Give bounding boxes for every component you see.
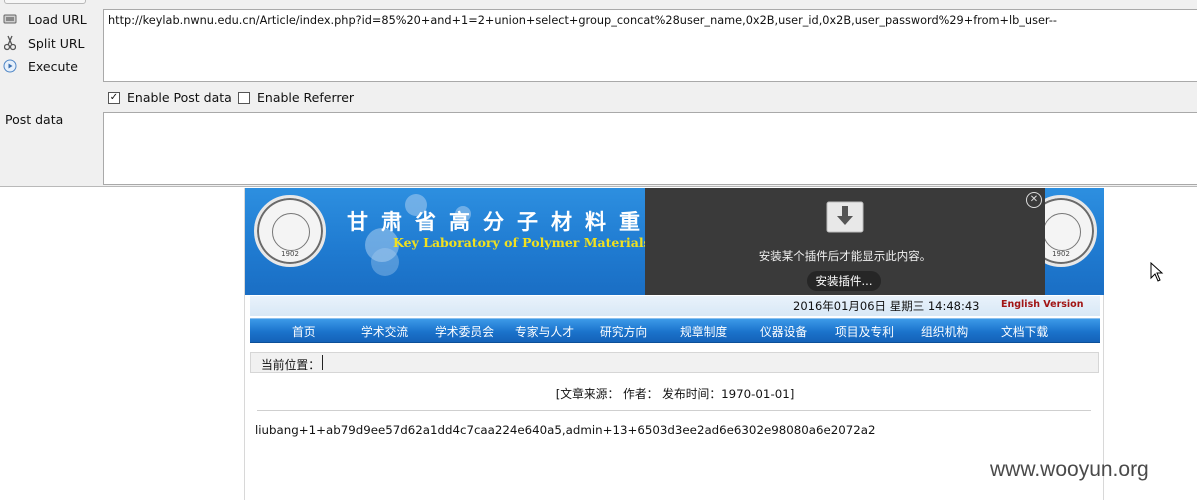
university-seal-left: 1902: [254, 195, 326, 267]
post-data-label: Post data: [5, 112, 64, 127]
nav-item-downloads[interactable]: 文档下载: [1001, 323, 1048, 340]
banner-title-en: Key Laboratory of Polymer Materials o: [393, 235, 664, 250]
current-datetime: 2016年01月06日 星期三 14:48:43: [793, 299, 980, 313]
plugin-message: 安装某个插件后才能显示此内容。: [758, 249, 932, 263]
nav-item-academic-exchange[interactable]: 学术交流: [361, 323, 408, 340]
split-url-button[interactable]: Split URL: [2, 32, 98, 54]
load-url-button[interactable]: Load URL: [2, 8, 98, 30]
nav-item-experts[interactable]: 专家与人才: [515, 323, 574, 340]
english-version-link[interactable]: English Version: [1001, 299, 1083, 310]
nav-item-academic-committee[interactable]: 学术委员会: [435, 323, 494, 340]
play-icon: [2, 58, 18, 74]
missing-plugin-overlay: ✕ 安装某个插件后才能显示此内容。 安装插件...: [645, 188, 1045, 295]
nav-item-organization[interactable]: 组织机构: [921, 323, 968, 340]
browser-window: Load URL Split URL Execute http://keylab…: [0, 0, 1197, 500]
nav-item-regulations[interactable]: 规章制度: [680, 323, 727, 340]
breadcrumb-label: 当前位置：: [261, 358, 320, 372]
site-banner: 1902 甘肃省高分子材料重 Key Laboratory of Polymer…: [245, 188, 1104, 295]
watermark: www.wooyun.org: [990, 458, 1149, 481]
nav-item-equipment[interactable]: 仪器设备: [760, 323, 807, 340]
install-plugin-button[interactable]: 安装插件...: [807, 271, 881, 291]
nav-item-home[interactable]: 首页: [292, 323, 316, 340]
mouse-cursor-icon: [1150, 262, 1164, 282]
close-icon[interactable]: ✕: [1026, 192, 1042, 208]
article-meta: [文章来源： 作者： 发布时间：1970-01-01]: [555, 387, 795, 401]
nav-item-research[interactable]: 研究方向: [600, 323, 647, 340]
url-textarea[interactable]: http://keylab.nwnu.edu.cn/Article/index.…: [103, 9, 1197, 82]
breadcrumb: 当前位置：: [250, 352, 1099, 373]
text-caret: [322, 355, 323, 370]
article-content: liubang+1+ab79d9ee57d62a1dd4c7caa224e640…: [255, 423, 876, 437]
web-page: 1902 甘肃省高分子材料重 Key Laboratory of Polymer…: [244, 188, 1104, 500]
decor-bubble: [371, 248, 399, 276]
post-data-textarea[interactable]: [103, 112, 1197, 185]
plugin-download-icon: [826, 201, 864, 233]
main-nav: 首页 学术交流 学术委员会 专家与人才 研究方向 规章制度 仪器设备 项目及专利…: [250, 318, 1100, 343]
execute-button[interactable]: Execute: [2, 55, 98, 77]
enable-post-checkbox[interactable]: ✓ Enable Post data: [108, 90, 232, 105]
toolbar-button-edge[interactable]: [4, 0, 86, 4]
scissors-icon: [2, 35, 18, 51]
checkmark-icon: ✓: [108, 91, 120, 104]
banner-title-cn: 甘肃省高分子材料重: [347, 209, 653, 234]
nav-item-projects[interactable]: 项目及专利: [835, 323, 894, 340]
date-bar: 2016年01月06日 星期三 14:48:43 English Version: [250, 296, 1100, 316]
hackbar-panel: Load URL Split URL Execute http://keylab…: [0, 0, 1197, 187]
url-text: http://keylab.nwnu.edu.cn/Article/index.…: [108, 14, 1057, 27]
divider: [257, 410, 1091, 411]
enable-referrer-checkbox[interactable]: Enable Referrer: [238, 90, 354, 105]
load-url-icon: [2, 11, 18, 27]
empty-checkbox-icon: [238, 91, 250, 104]
